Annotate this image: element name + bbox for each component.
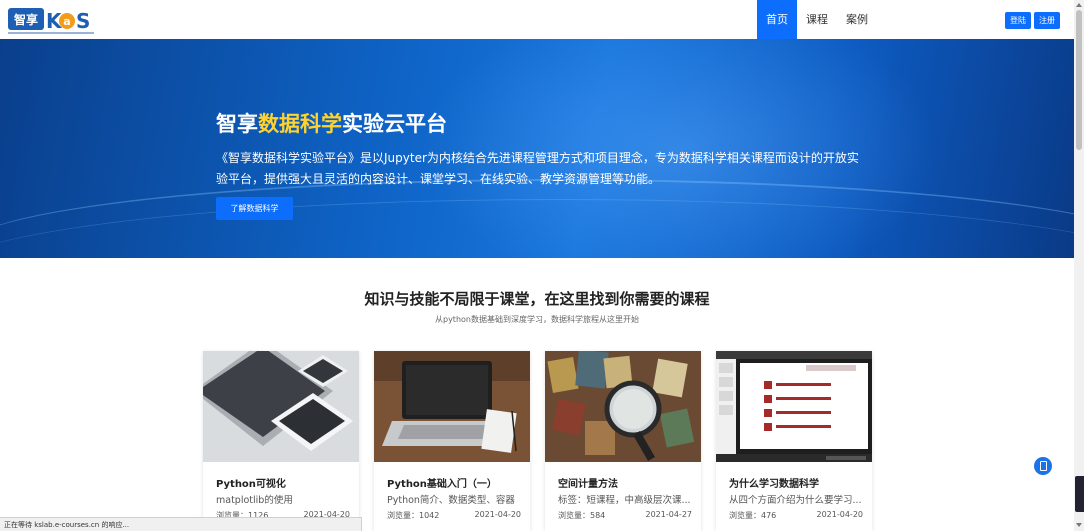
auth-buttons: 登陆 注册 — [1005, 12, 1060, 29]
course-meta: 浏览量：1042 2021-04-20 — [387, 510, 521, 521]
phone-icon[interactable] — [1034, 457, 1052, 475]
hero-title-prefix: 智享 — [216, 112, 258, 136]
course-date: 2021-04-20 — [474, 510, 522, 519]
nav-cases[interactable]: 案例 — [837, 0, 877, 39]
hero-title-suffix: 实验云平台 — [342, 112, 447, 136]
course-description: 从四个方面介绍为什么要学习... — [729, 495, 862, 506]
course-card[interactable]: 为什么学习数据科学 从四个方面介绍为什么要学习... 浏览量：476 2021-… — [716, 351, 872, 531]
course-title: Python可视化 — [216, 479, 286, 490]
course-card[interactable]: 空间计量方法 标签：短课程，中高级层次课... 浏览量：584 2021-04-… — [545, 351, 701, 531]
section-subtitle: 从python数据基础到深度学习，数据科学旅程从这里开始 — [435, 315, 639, 324]
view-count: 浏览量：476 — [729, 511, 777, 520]
login-button[interactable]: 登陆 — [1005, 12, 1031, 29]
course-description: Python简介、数据类型、容器 — [387, 495, 515, 506]
scroll-down-icon[interactable] — [1076, 523, 1082, 527]
svg-text:智享: 智享 — [13, 12, 38, 27]
logo[interactable]: 智享 K a S — [6, 6, 96, 36]
hero-banner: 智享数据科学实验云平台 《智享数据科学实验平台》是以Jupyter为内核结合先进… — [0, 39, 1074, 258]
hero-title: 智享数据科学实验云平台 — [216, 108, 447, 138]
view-count: 浏览量：584 — [558, 511, 606, 520]
course-date: 2021-04-20 — [816, 510, 864, 519]
course-thumbnail — [374, 351, 530, 462]
scroll-up-icon[interactable] — [1076, 3, 1082, 7]
section-title: 知识与技能不局限于课堂，在这里找到你需要的课程 — [364, 290, 710, 308]
hero-description: 《智享数据科学实验平台》是以Jupyter为内核结合先进课程管理方式和项目理念，… — [216, 151, 859, 186]
course-title: 空间计量方法 — [558, 479, 618, 490]
course-card[interactable]: Python基础入门（一） Python简介、数据类型、容器 浏览量：1042 … — [374, 351, 530, 531]
course-thumbnail — [545, 351, 701, 462]
header: 智享 K a S 首页 课程 案例 登陆 注册 — [0, 0, 1074, 39]
course-thumbnail — [716, 351, 872, 462]
course-date: 2021-04-27 — [645, 510, 693, 519]
course-meta: 浏览量：476 2021-04-20 — [729, 510, 863, 521]
course-meta: 浏览量：584 2021-04-27 — [558, 510, 692, 521]
phone-icon-glyph — [1039, 461, 1047, 471]
register-button[interactable]: 注册 — [1034, 12, 1060, 29]
main-nav: 首页 课程 案例 — [757, 0, 877, 39]
course-thumbnail — [203, 351, 359, 462]
svg-text:a: a — [63, 15, 70, 28]
course-description: 标签：短课程，中高级层次课... — [558, 495, 691, 506]
course-title: 为什么学习数据科学 — [729, 479, 819, 490]
page-scrollbar[interactable] — [1074, 0, 1084, 531]
nav-home[interactable]: 首页 — [757, 0, 797, 39]
hero-title-highlight: 数据科学 — [258, 112, 342, 136]
browser-status-bar: 正在等待 kslab.e-courses.cn 的响应... — [0, 517, 362, 531]
svg-text:S: S — [76, 9, 90, 33]
view-count: 浏览量：1042 — [387, 511, 440, 520]
course-description: matplotlib的使用 — [216, 495, 293, 506]
course-card[interactable]: Python可视化 matplotlib的使用 浏览量：1126 2021-04… — [203, 351, 359, 531]
scroll-thumb[interactable] — [1076, 10, 1082, 150]
side-tab[interactable] — [1075, 476, 1084, 512]
course-title: Python基础入门（一） — [387, 479, 497, 490]
nav-courses[interactable]: 课程 — [797, 0, 837, 39]
learn-data-science-button[interactable]: 了解数据科学 — [216, 197, 293, 220]
